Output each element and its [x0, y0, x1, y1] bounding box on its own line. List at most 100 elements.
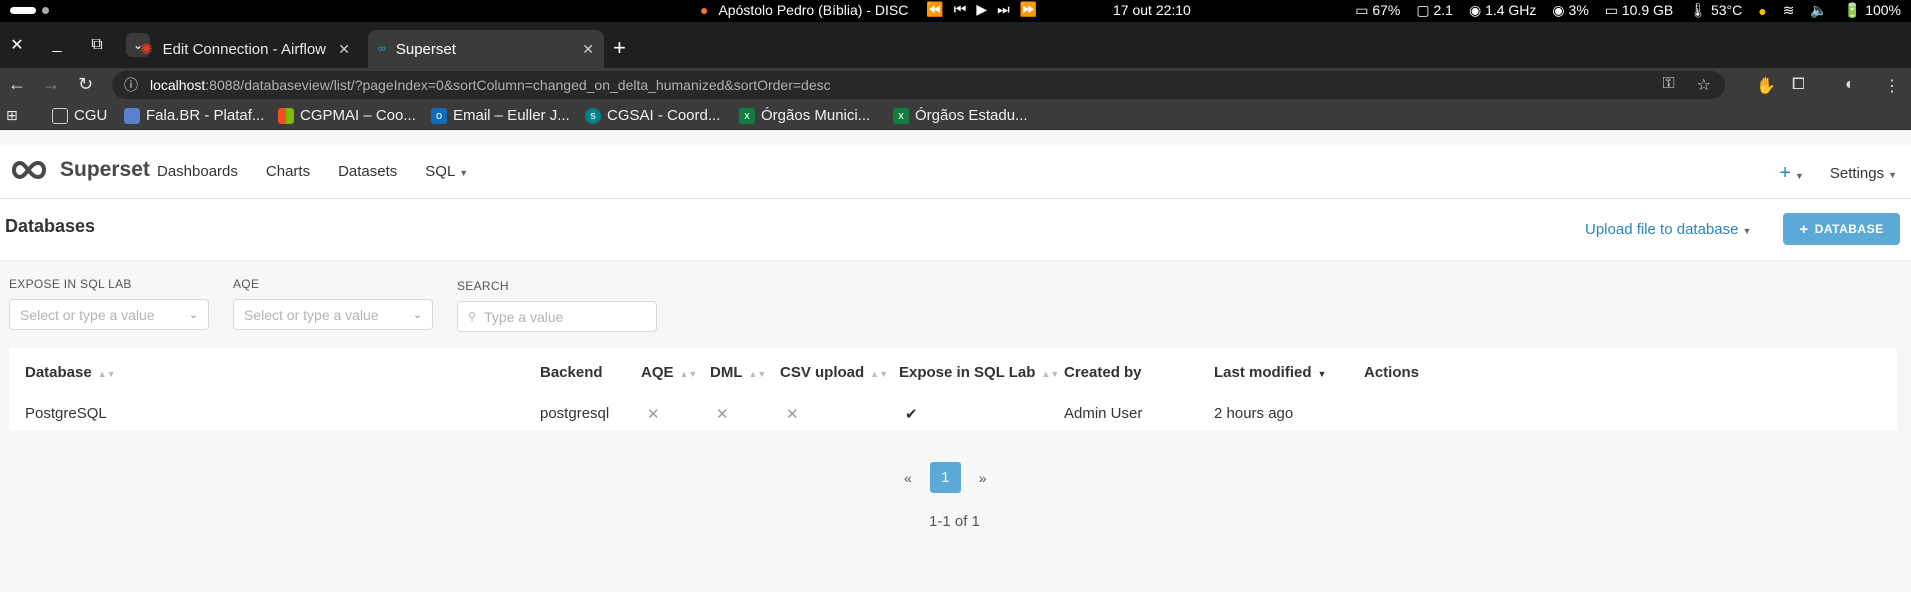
bookmark-item[interactable]: o Email – Euller J... — [431, 107, 570, 124]
next-page-button[interactable]: » — [979, 470, 987, 486]
bookmark-item[interactable]: s CGSAI - Coord... — [585, 107, 720, 124]
sort-icon: ▲▼ — [97, 369, 116, 379]
close-window-icon[interactable]: ✕ — [6, 35, 28, 55]
aqe-select[interactable]: Select or type a value ⌄ — [233, 299, 433, 330]
next-icon[interactable]: ⏭ — [997, 1, 1010, 18]
bookmark-star-icon[interactable]: ☆ — [1697, 75, 1711, 95]
nav-sql[interactable]: SQL ▼ — [425, 163, 468, 180]
extension-stop-icon[interactable]: ✋ — [1756, 76, 1776, 96]
add-database-button[interactable]: + DATABASE — [1783, 213, 1900, 245]
address-bar[interactable]: ⓘ localhost:8088/databaseview/list/?page… — [112, 71, 1725, 99]
column-header-dml[interactable]: DML ▲▼ — [710, 364, 766, 381]
temp-indicator: 🌡 53°C — [1689, 2, 1743, 18]
sort-icon: ▲▼ — [870, 369, 888, 379]
cell-database[interactable]: PostgreSQL — [25, 405, 107, 422]
sort-icon: ▲▼ — [748, 369, 767, 379]
forward-icon[interactable]: → — [42, 74, 60, 95]
close-tab-icon[interactable]: ✕ — [582, 41, 594, 58]
expose-select[interactable]: Select or type a value ⌄ — [9, 299, 209, 330]
column-header-aqe[interactable]: AQE ▲▼ — [641, 364, 697, 381]
main-nav: Dashboards Charts Datasets SQL ▼ — [157, 163, 468, 180]
filter-search: SEARCH ⚲ Type a value — [457, 279, 657, 332]
password-key-icon[interactable]: ⚿ — [1662, 75, 1674, 95]
profile-avatar-icon[interactable]: ◐ — [1845, 76, 1855, 94]
superset-logo[interactable]: Superset — [8, 158, 150, 182]
column-header-csv-upload[interactable]: CSV upload ▲▼ — [780, 364, 888, 381]
load-indicator: ▢ 2.1 — [1416, 2, 1453, 18]
microsoft-icon — [278, 107, 294, 124]
plus-icon: + — [1779, 162, 1791, 184]
minimize-window-icon[interactable]: _ — [46, 36, 68, 54]
volume-icon[interactable]: 🔈 — [1810, 2, 1827, 19]
filter-label: AQE — [233, 277, 260, 291]
tab-title: Superset — [395, 40, 456, 58]
active-workspace-pill — [10, 7, 36, 14]
fast-forward-icon[interactable]: ⏩ — [1020, 1, 1037, 18]
column-header-backend: Backend — [540, 364, 603, 381]
workspace-indicator[interactable] — [10, 7, 49, 14]
chevron-down-icon: ⌄ — [412, 309, 422, 321]
url-host: localhost — [150, 77, 206, 93]
nav-charts[interactable]: Charts — [266, 163, 310, 180]
filter-label: EXPOSE IN SQL LAB — [9, 277, 132, 291]
settings-menu[interactable]: Settings ▼ — [1830, 165, 1897, 182]
omnibox-actions: ⚿ ☆ — [1662, 75, 1711, 95]
bookmark-item[interactable]: CGU — [52, 107, 107, 124]
superset-app: Superset Dashboards Charts Datasets SQL ▼… — [0, 146, 1911, 592]
site-info-icon[interactable]: ⓘ — [124, 75, 138, 95]
cell-aqe-cross-icon: ✕ — [647, 406, 660, 423]
apps-grid-icon[interactable]: ⊞ — [6, 107, 18, 124]
pagination: « 1 » — [904, 462, 987, 493]
add-new-menu[interactable]: + ▼ — [1779, 162, 1804, 185]
prev-page-button[interactable]: « — [904, 470, 912, 486]
system-tray: ▭ 67% ▢ 2.1 ◉ 1.4 GHz ◉ 3% ▭ 10.9 GB 🌡 5… — [1355, 2, 1901, 19]
bookmark-item[interactable]: x Órgãos Estadu... — [893, 107, 1028, 124]
airflow-icon: ✺ — [140, 41, 153, 58]
play-icon[interactable]: ▶ — [976, 1, 987, 18]
previous-icon[interactable]: ⏮ — [954, 1, 967, 18]
caret-down-icon: ▼ — [1888, 170, 1897, 180]
tab-airflow[interactable]: ✺ Edit Connection - Airflow ✕ — [130, 30, 360, 68]
restore-window-icon[interactable]: ⧉ — [86, 36, 108, 54]
cell-last-modified: 2 hours ago — [1214, 405, 1294, 422]
column-header-database[interactable]: Database ▲▼ — [25, 364, 116, 381]
rewind-icon[interactable]: ⏪ — [926, 1, 943, 18]
page-icon — [124, 107, 140, 124]
url-path: :8088/databaseview/list/?pageIndex=0&sor… — [205, 77, 831, 93]
battery-indicator: ▭ 67% — [1355, 2, 1401, 18]
wifi-icon[interactable]: ≋ — [1783, 2, 1795, 19]
page-header: Databases Upload file to database ▼ + DAT… — [0, 199, 1911, 261]
media-controls: ● Apóstolo Pedro (Bíblia) - DISC ⏪ ⏮ ▶ ⏭… — [700, 1, 1037, 18]
nav-right: + ▼ Settings ▼ — [1779, 162, 1897, 185]
caret-down-icon: ▼ — [1794, 171, 1804, 181]
clock[interactable]: 17 out 22:10 — [1113, 2, 1191, 18]
column-header-expose[interactable]: Expose in SQL Lab ▲▼ — [899, 364, 1059, 381]
bookmark-item[interactable]: CGPMAI – Coo... — [278, 107, 416, 124]
firefox-icon: ● — [700, 1, 709, 18]
bookmark-item[interactable]: Fala.BR - Plataf... — [124, 107, 264, 124]
new-tab-button[interactable]: + — [613, 35, 626, 61]
browser-menu-icon[interactable]: ⋮ — [1884, 76, 1900, 96]
extensions-puzzle-icon[interactable]: ⧠ — [1792, 76, 1805, 94]
nav-dashboards[interactable]: Dashboards — [157, 163, 238, 180]
excel-icon: x — [739, 107, 755, 124]
page-title: Databases — [5, 216, 96, 236]
filter-label: SEARCH — [457, 279, 509, 293]
chrome-icon[interactable]: ● — [1758, 3, 1766, 19]
nav-datasets[interactable]: Datasets — [338, 163, 397, 180]
chevron-down-icon: ⌄ — [188, 309, 198, 321]
reload-icon[interactable]: ↻ — [78, 74, 93, 95]
brand-name: Superset — [60, 158, 150, 181]
upload-file-dropdown[interactable]: Upload file to database ▼ — [1585, 221, 1751, 238]
folder-icon — [52, 107, 68, 124]
search-input[interactable]: ⚲ Type a value — [457, 301, 657, 332]
column-header-actions: Actions — [1364, 364, 1420, 381]
close-tab-icon[interactable]: ✕ — [338, 41, 350, 58]
window-controls: ✕ _ ⧉ ⌄ — [0, 33, 150, 57]
bookmark-item[interactable]: x Órgãos Munici... — [739, 107, 870, 124]
databases-table: Database ▲▼ Backend AQE ▲▼ DML ▲▼ CSV uploa… — [9, 348, 1897, 431]
column-header-last-modified[interactable]: Last modified ▼ — [1214, 364, 1326, 381]
back-icon[interactable]: ← — [8, 74, 26, 95]
page-1-button[interactable]: 1 — [929, 462, 961, 493]
tab-superset[interactable]: ∞ Superset ✕ — [368, 30, 604, 68]
